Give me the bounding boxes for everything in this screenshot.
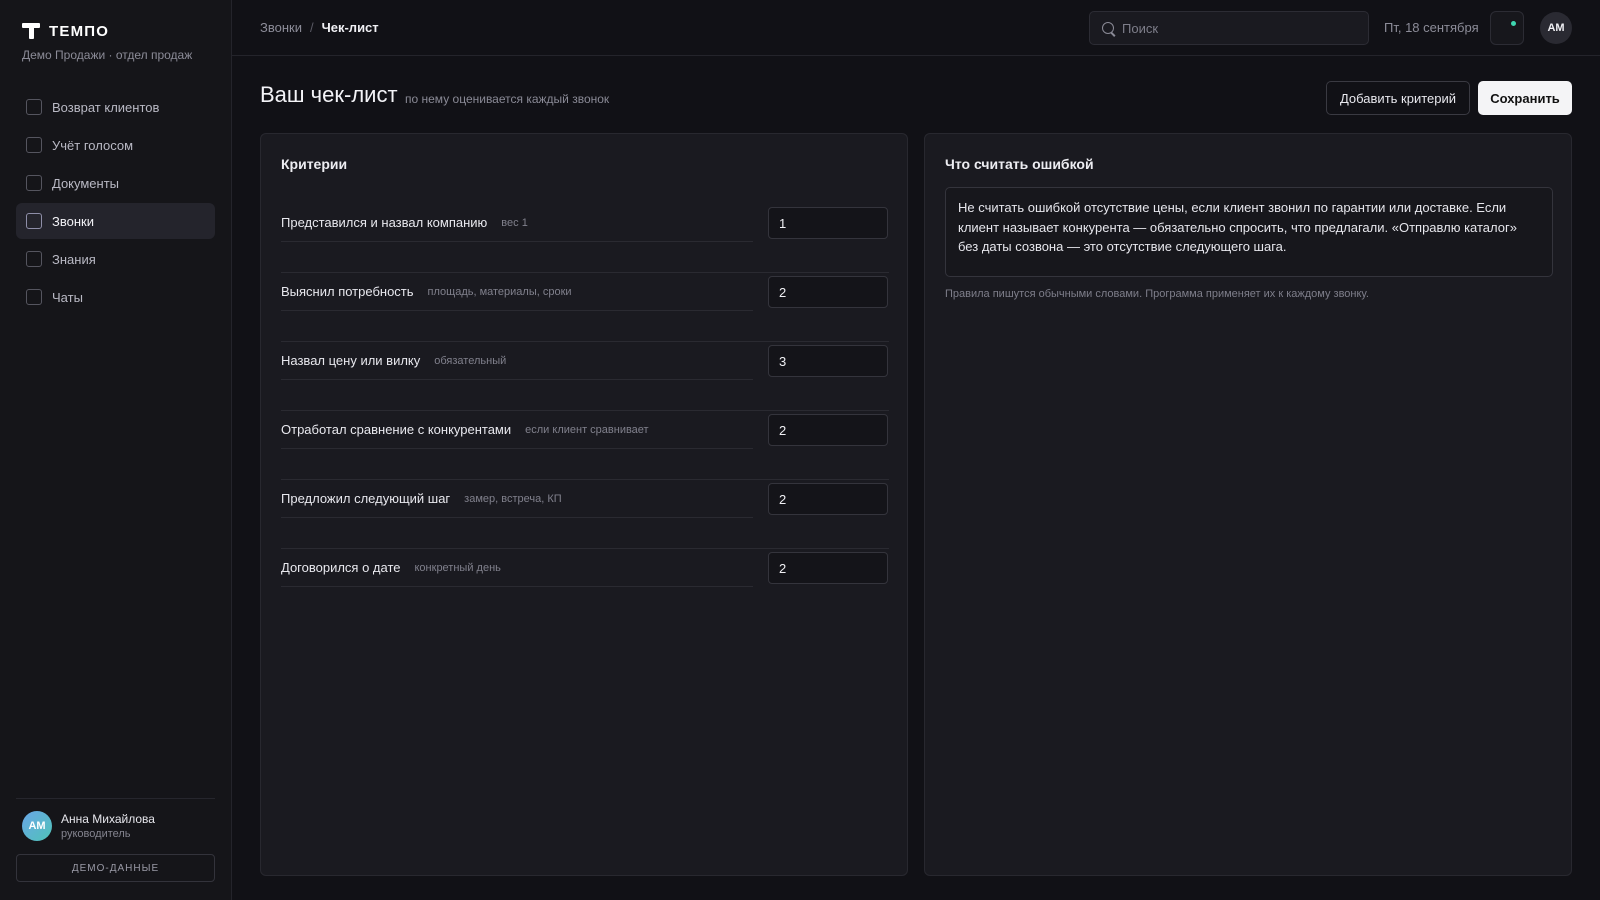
sidebar-item-label: Документы (52, 175, 120, 191)
workspace-subtitle: Демо Продажи · отдел продаж (22, 48, 193, 62)
search-box[interactable] (1089, 11, 1369, 45)
sidebar-item-label: Учёт голосом (52, 137, 134, 153)
criterion-row: Отработал сравнение с конкурентами если … (281, 411, 889, 480)
add-criterion-button[interactable]: Добавить критерий (1326, 81, 1470, 115)
notification-dot-icon (1511, 21, 1516, 26)
checkbox-icon (26, 99, 42, 115)
sidebar-item-label: Чаты (52, 289, 83, 305)
user-info: Анна Михайлова руководитель (61, 812, 155, 840)
criterion-row: Выяснил потребность площадь, материалы, … (281, 273, 889, 342)
sidebar-item-calls[interactable]: Звонки (16, 203, 215, 239)
checkbox-icon (26, 213, 42, 229)
brand[interactable]: ТЕМПО (22, 22, 109, 40)
criterion-weight-input[interactable] (768, 345, 888, 377)
checkbox-icon (26, 251, 42, 267)
checkbox-icon (26, 289, 42, 305)
criteria-card: Критерии Представился и назвал компанию … (260, 133, 908, 876)
current-user[interactable]: АМ Анна Михайлова руководитель (16, 798, 215, 841)
error-rules-title: Что считать ошибкой (945, 156, 1094, 172)
profile-avatar[interactable]: АМ (1540, 12, 1572, 44)
criterion-name: Назвал цену или вилку (281, 353, 421, 368)
sidebar-item-label: Знания (52, 251, 96, 267)
criterion-label[interactable]: Договорился о дате конкретный день (281, 549, 753, 587)
breadcrumb-separator: / (309, 20, 314, 35)
sidebar-nav: Возврат клиентов Учёт голосом Документы … (16, 89, 215, 317)
search-icon (1102, 22, 1114, 34)
sidebar-item-label: Звонки (52, 213, 94, 229)
page-title: Ваш чек-лист (260, 82, 398, 107)
checkbox-icon (26, 175, 42, 191)
criterion-label[interactable]: Предложил следующий шаг замер, встреча, … (281, 480, 753, 518)
sidebar-item-returns[interactable]: Возврат клиентов (16, 89, 215, 125)
user-role: руководитель (61, 828, 131, 840)
criterion-hint: обязательный (434, 354, 507, 367)
tempo-logo-icon (22, 22, 40, 40)
criterion-weight-input[interactable] (768, 207, 888, 239)
criteria-title: Критерии (281, 156, 348, 172)
page-subtitle: по нему оценивается каждый звонок (405, 92, 610, 106)
criterion-row: Предложил следующий шаг замер, встреча, … (281, 480, 889, 549)
demo-data-button[interactable]: ДЕМО-ДАННЫЕ (16, 854, 215, 882)
criterion-label[interactable]: Выяснил потребность площадь, материалы, … (281, 273, 753, 311)
criteria-list: Представился и назвал компанию вес 1 Выя… (281, 204, 889, 618)
criterion-weight-input[interactable] (768, 414, 888, 446)
criterion-label[interactable]: Назвал цену или вилку обязательный (281, 342, 753, 380)
criterion-label[interactable]: Отработал сравнение с конкурентами если … (281, 411, 753, 449)
criterion-weight-input[interactable] (768, 276, 888, 308)
user-name: Анна Михайлова (61, 812, 155, 826)
sidebar: ТЕМПО Демо Продажи · отдел продаж Возвра… (0, 0, 232, 900)
user-avatar: АМ (22, 811, 52, 841)
search-input[interactable] (1122, 12, 1362, 44)
criterion-row: Представился и назвал компанию вес 1 (281, 204, 889, 273)
criterion-name: Выяснил потребность (281, 284, 414, 299)
topbar: Звонки / Чек-лист Пт, 18 сентября АМ (232, 0, 1600, 56)
breadcrumb: Звонки / Чек-лист (260, 20, 379, 35)
criterion-row: Договорился о дате конкретный день (281, 549, 889, 618)
checkbox-icon (26, 137, 42, 153)
criterion-row: Назвал цену или вилку обязательный (281, 342, 889, 411)
error-rules-textarea[interactable]: Не считать ошибкой отсутствие цены, если… (945, 187, 1553, 277)
criterion-weight-input[interactable] (768, 552, 888, 584)
criterion-name: Предложил следующий шаг (281, 491, 451, 506)
sidebar-item-chats[interactable]: Чаты (16, 279, 215, 315)
breadcrumb-calls[interactable]: Звонки (260, 20, 302, 35)
sidebar-item-label: Возврат клиентов (52, 99, 160, 115)
criterion-label[interactable]: Представился и назвал компанию вес 1 (281, 204, 753, 242)
current-date: Пт, 18 сентября (1384, 20, 1479, 35)
criterion-hint: площадь, материалы, сроки (427, 285, 572, 298)
sidebar-item-voice[interactable]: Учёт голосом (16, 127, 215, 163)
criterion-weight-input[interactable] (768, 483, 888, 515)
criterion-name: Договорился о дате (281, 560, 401, 575)
breadcrumb-checklist: Чек-лист (321, 20, 379, 35)
sidebar-item-documents[interactable]: Документы (16, 165, 215, 201)
criterion-hint: если клиент сравнивает (525, 423, 649, 436)
sidebar-item-knowledge[interactable]: Знания (16, 241, 215, 277)
criterion-name: Представился и назвал компанию (281, 215, 488, 230)
save-button[interactable]: Сохранить (1478, 81, 1572, 115)
notifications-button[interactable] (1490, 11, 1524, 45)
criterion-hint: замер, встреча, КП (464, 492, 562, 505)
error-rules-card: Что считать ошибкой Не считать ошибкой о… (924, 133, 1572, 876)
criterion-hint: конкретный день (414, 561, 501, 574)
brand-name: ТЕМПО (49, 22, 110, 40)
criterion-name: Отработал сравнение с конкурентами (281, 422, 512, 437)
error-rules-note: Правила пишутся обычными словами. Програ… (945, 288, 1369, 300)
criterion-hint: вес 1 (501, 216, 528, 229)
